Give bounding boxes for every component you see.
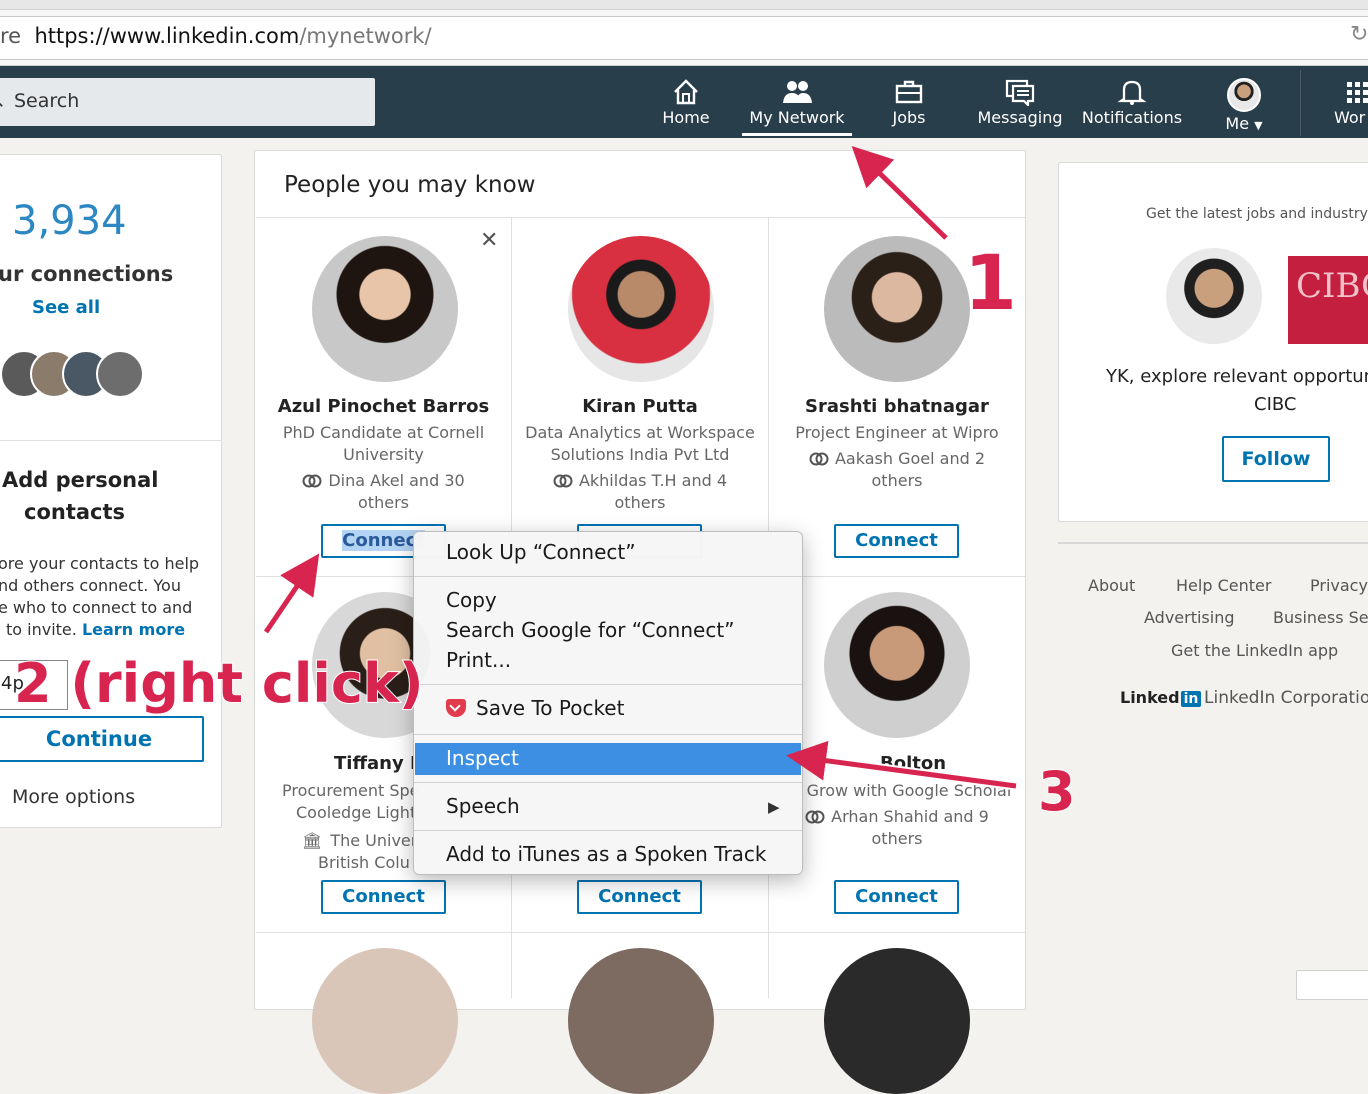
annotation-step-2: 2 (right click) (13, 651, 425, 716)
arrow-1-line (851, 146, 948, 240)
annotation-arrows (262, 146, 1017, 791)
annotation-step-1: 1 (963, 237, 1018, 328)
annotation-step-3: 3 (1037, 759, 1077, 824)
arrow-3-line (786, 740, 1017, 789)
arrow-2-line (263, 553, 320, 634)
